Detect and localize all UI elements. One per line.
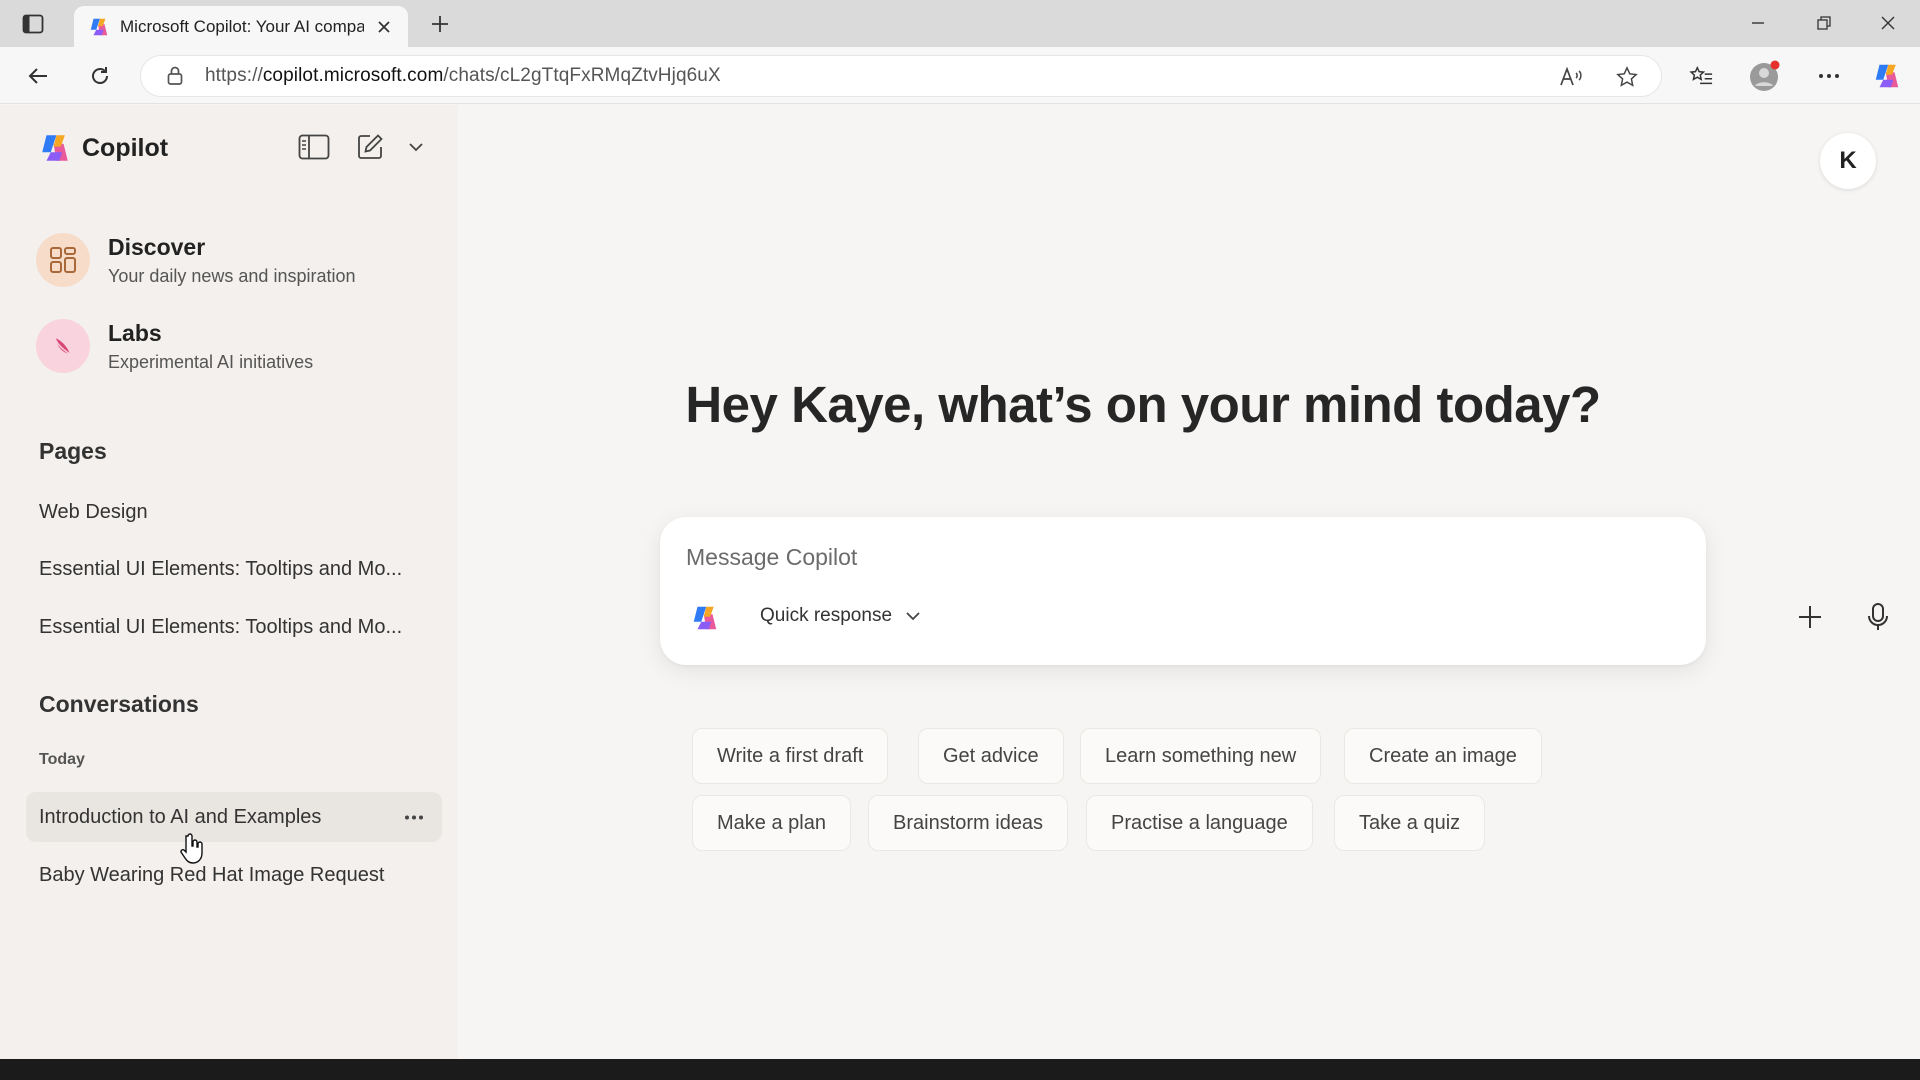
day-label-today: Today <box>39 751 85 768</box>
voice-input-button[interactable] <box>1858 597 1898 637</box>
suggestion-chip-get-advice[interactable]: Get advice <box>918 728 1064 784</box>
read-aloud-icon <box>1560 67 1582 86</box>
discover-title: Discover <box>108 233 206 260</box>
more-horizontal-icon <box>405 815 423 819</box>
browser-tab-bar: Microsoft Copilot: Your AI compa <box>0 0 1920 47</box>
suggestion-chip-create-image[interactable]: Create an image <box>1344 728 1542 784</box>
discover-icon-wrap <box>36 233 90 287</box>
conversation-item-intro-ai[interactable]: Introduction to AI and Examples <box>26 792 442 842</box>
page-item-essential-ui-2[interactable]: Essential UI Elements: Tooltips and Mo..… <box>39 616 434 639</box>
settings-more-button[interactable] <box>1810 59 1848 93</box>
conversation-more-button[interactable] <box>400 804 428 830</box>
minimize-button[interactable] <box>1738 8 1778 38</box>
tab-close-button[interactable] <box>372 15 396 39</box>
taskbar-edge <box>0 1059 1920 1080</box>
labs-subtitle: Experimental AI initiatives <box>108 351 314 372</box>
sidebar-item-discover[interactable]: Discover Your daily news and inspiration <box>36 227 436 293</box>
profile-button[interactable] <box>1746 59 1784 93</box>
microphone-icon <box>1868 603 1888 630</box>
tab-actions-button[interactable] <box>16 10 50 38</box>
tab-actions-icon <box>22 14 44 34</box>
main-content: K Hey Kaye, what’s on your mind today? Q… <box>458 105 1920 1059</box>
new-chat-options-button[interactable] <box>396 129 436 165</box>
conversation-title: Baby Wearing Red Hat Image Request <box>39 863 385 886</box>
suggestion-chip-take-quiz[interactable]: Take a quiz <box>1334 795 1486 851</box>
browser-toolbar: https://copilot.microsoft.com/chats/cL2g… <box>0 47 1920 104</box>
pages-heading: Pages <box>39 438 107 464</box>
restore-button[interactable] <box>1804 8 1844 38</box>
back-button[interactable] <box>20 59 56 93</box>
refresh-button[interactable] <box>82 59 118 93</box>
arrow-left-icon <box>28 68 47 84</box>
page-item-essential-ui-1[interactable]: Essential UI Elements: Tooltips and Mo..… <box>39 558 434 581</box>
labs-icon-wrap <box>36 319 90 373</box>
compose-icon <box>358 134 383 159</box>
close-icon <box>1881 16 1895 30</box>
close-window-button[interactable] <box>1868 8 1908 38</box>
response-mode-label: Quick response <box>760 605 893 626</box>
conversations-heading: Conversations <box>39 691 199 717</box>
plus-icon <box>1799 606 1821 628</box>
suggestion-chip-learn-something-new[interactable]: Learn something new <box>1080 728 1322 784</box>
user-avatar-button[interactable]: K <box>1820 133 1876 189</box>
message-input[interactable] <box>686 539 1666 575</box>
suggestion-chip-make-plan[interactable]: Make a plan <box>692 795 851 851</box>
new-chat-button[interactable] <box>350 129 390 165</box>
response-mode-dropdown[interactable]: Quick response <box>742 591 943 641</box>
hand-cursor-icon <box>180 833 203 864</box>
favorite-star-button[interactable] <box>1611 63 1643 91</box>
new-tab-button[interactable] <box>424 10 456 38</box>
favorites-list-icon <box>1689 65 1713 85</box>
url-text: https://copilot.microsoft.com/chats/cL2g… <box>205 65 721 86</box>
chevron-down-icon <box>906 611 920 620</box>
suggestion-chip-practise-language[interactable]: Practise a language <box>1086 795 1313 851</box>
plus-icon <box>432 16 448 32</box>
favorites-button[interactable] <box>1682 59 1720 93</box>
read-aloud-button[interactable] <box>1555 63 1587 91</box>
copilot-logo-icon <box>1875 64 1899 88</box>
grid-icon <box>50 247 76 273</box>
message-composer: Quick response <box>660 517 1888 665</box>
minimize-icon <box>1752 22 1764 24</box>
refresh-icon <box>92 67 108 84</box>
add-attachment-button[interactable] <box>1790 597 1830 637</box>
copilot-brand[interactable]: Copilot <box>38 131 168 165</box>
suggestion-chip-brainstorm-ideas[interactable]: Brainstorm ideas <box>868 795 1069 851</box>
lock-icon <box>167 66 183 85</box>
discover-subtitle: Your daily news and inspiration <box>108 265 356 286</box>
copilot-sidebar-button[interactable] <box>1868 59 1906 93</box>
restore-icon <box>1817 16 1831 30</box>
profile-avatar-icon <box>1750 60 1780 91</box>
conversation-item-baby-red-hat[interactable]: Baby Wearing Red Hat Image Request <box>26 850 442 900</box>
page-item-web-design[interactable]: Web Design <box>39 501 434 524</box>
close-icon <box>378 20 390 33</box>
greeting-heading: Hey Kaye, what’s on your mind today? <box>685 376 1601 433</box>
sidebar-item-labs[interactable]: Labs Experimental AI initiatives <box>36 313 436 379</box>
sidebar: Copilot Discover Your daily news and ins… <box>0 105 458 1059</box>
address-bar[interactable]: https://copilot.microsoft.com/chats/cL2g… <box>140 55 1662 97</box>
labs-title: Labs <box>108 319 162 346</box>
conversation-title: Introduction to AI and Examples <box>39 805 322 828</box>
star-icon <box>1616 66 1638 87</box>
toggle-sidebar-button[interactable] <box>294 129 334 165</box>
tab-title: Microsoft Copilot: Your AI compa <box>120 16 364 36</box>
copilot-logo-icon <box>693 606 717 630</box>
browser-tab-active[interactable]: Microsoft Copilot: Your AI compa <box>74 6 408 47</box>
chevron-down-icon <box>409 142 423 151</box>
copilot-logo-icon <box>42 135 68 161</box>
brand-name: Copilot <box>82 133 169 162</box>
suggestion-chip-write-first-draft[interactable]: Write a first draft <box>692 728 889 784</box>
flask-icon <box>54 337 71 355</box>
more-horizontal-icon <box>1819 74 1839 78</box>
copilot-favicon-icon <box>90 18 108 35</box>
sidebar-panel-icon <box>298 134 330 160</box>
